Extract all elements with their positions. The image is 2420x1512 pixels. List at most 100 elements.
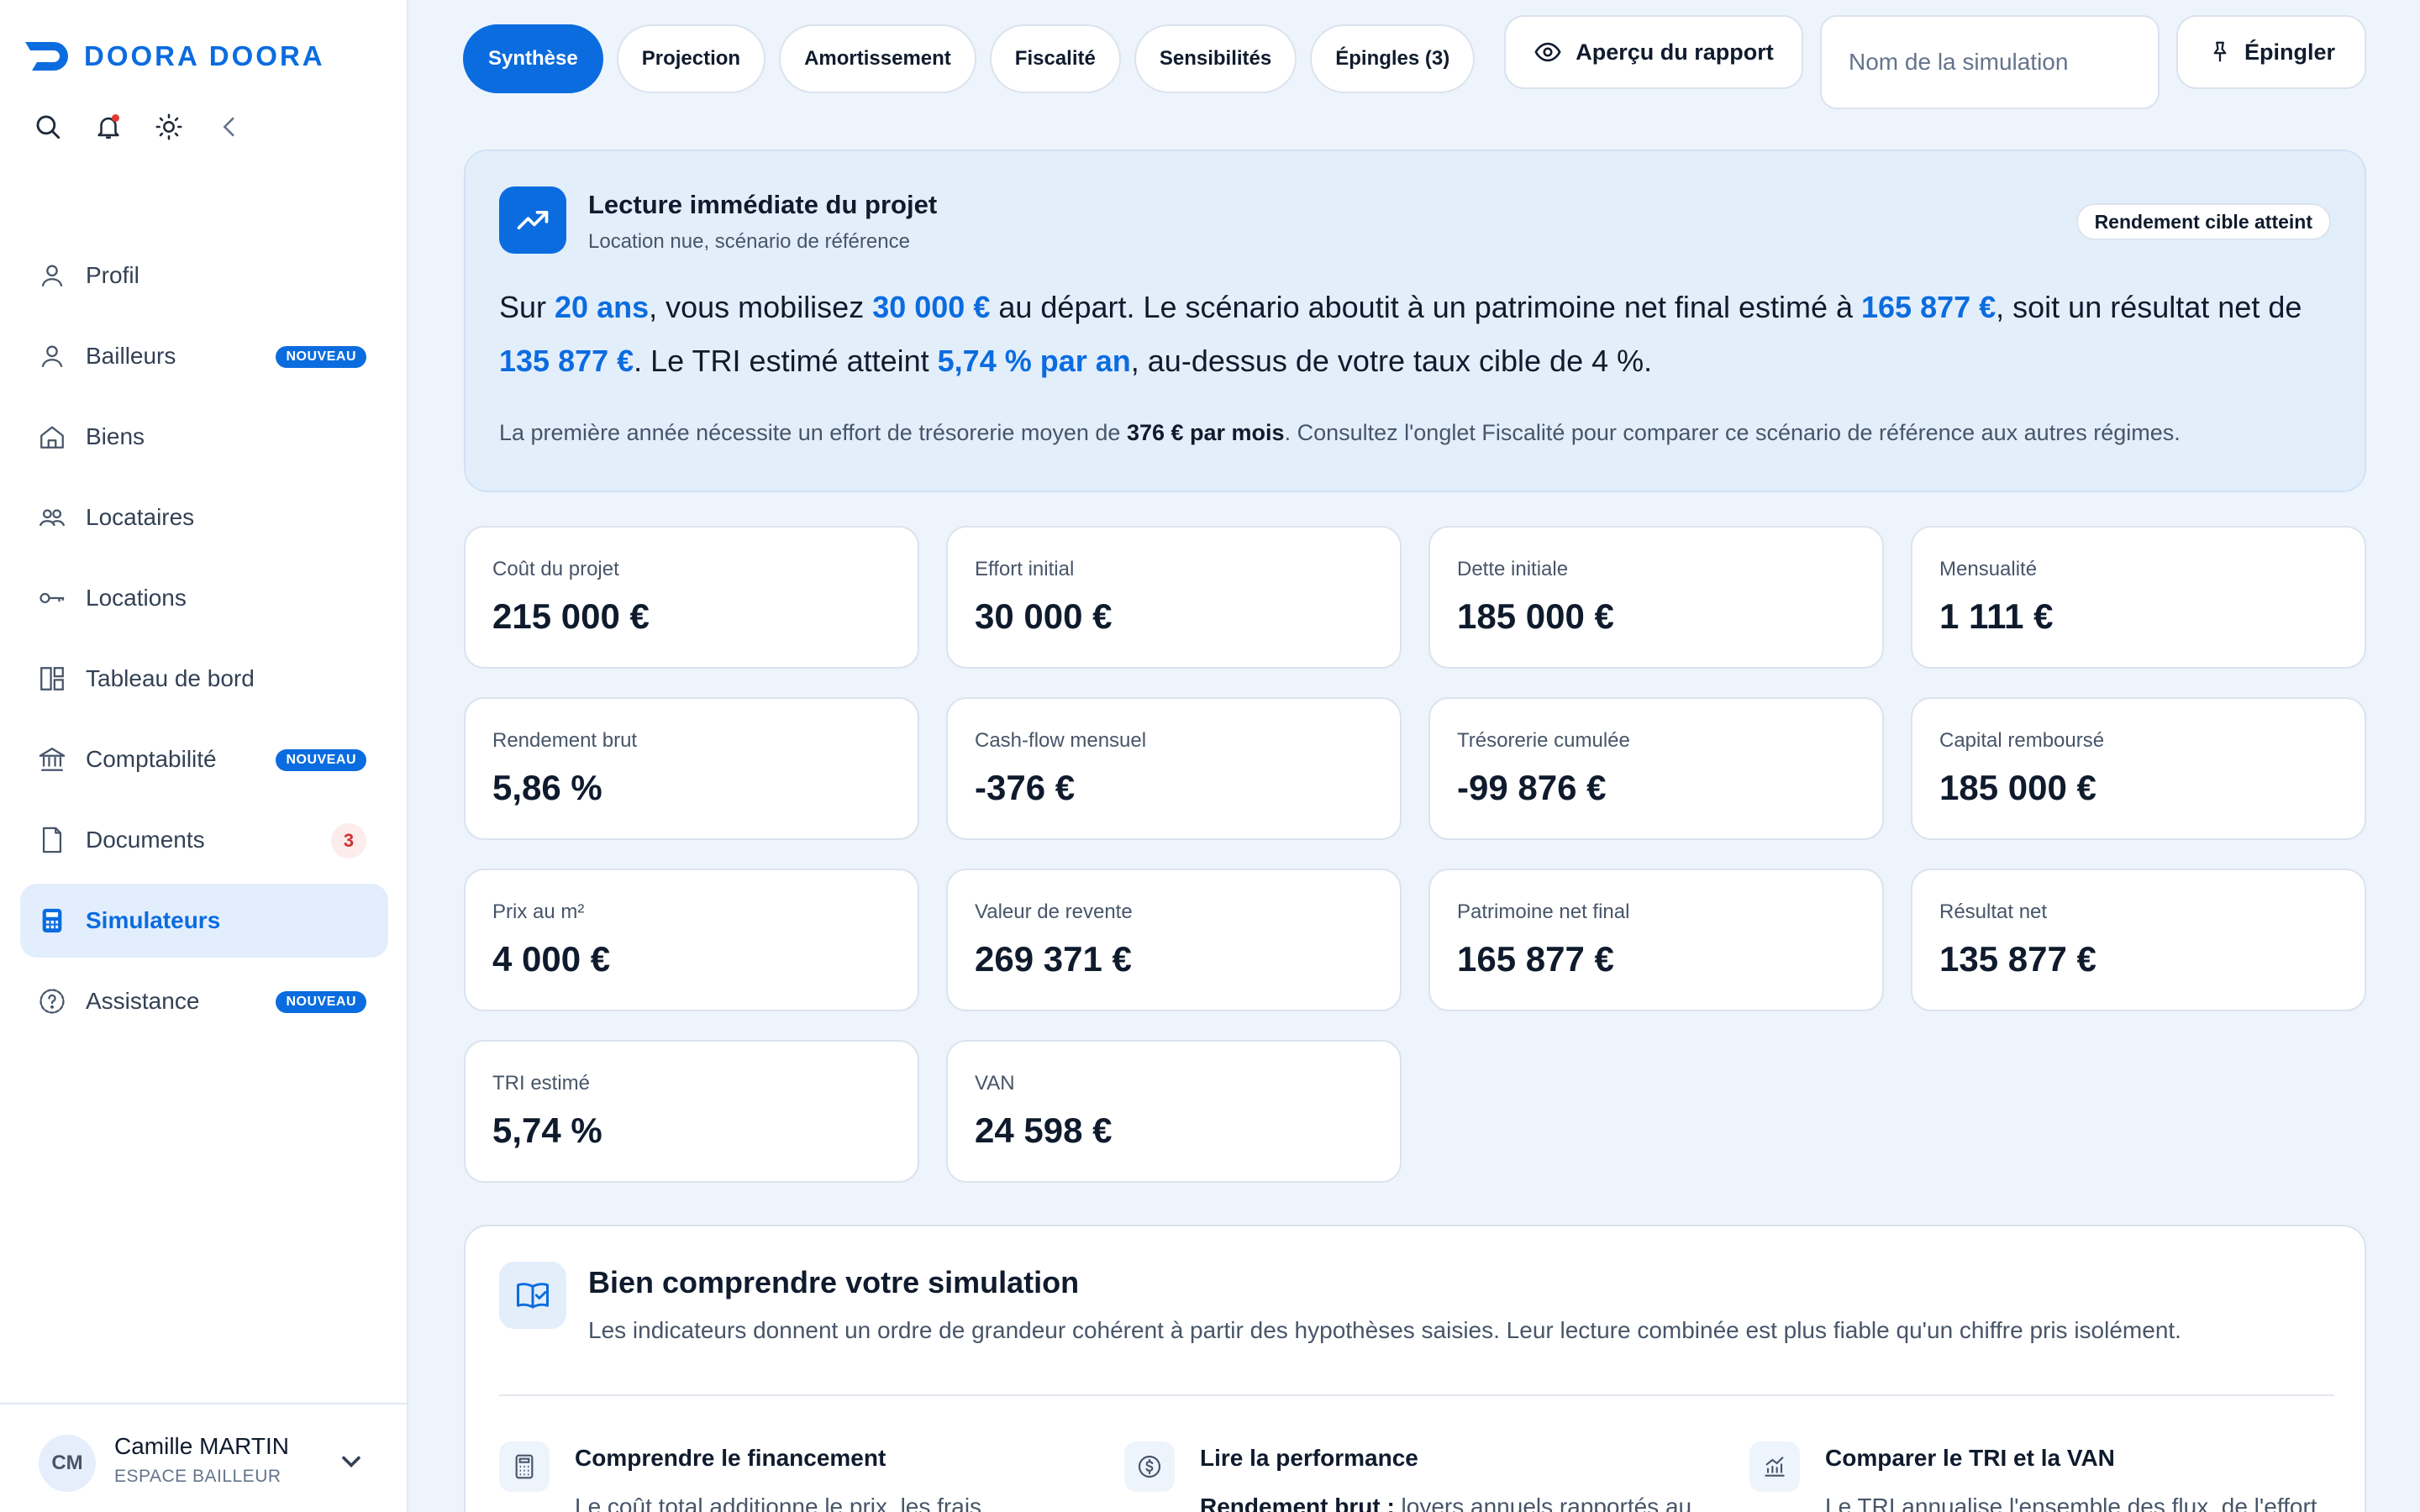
irr-highlight: 5,74 % par an [937,344,1131,378]
chevron-down-icon[interactable] [336,1446,366,1477]
net-result-highlight: 135 877 € [499,344,634,378]
calculator-icon [42,908,62,933]
tab-fiscalite[interactable]: Fiscalité [989,24,1121,93]
kpi-value: 4 000 € [492,939,611,979]
home-icon [40,426,64,449]
sidebar-item-comptabilite[interactable]: Comptabilité NOUVEAU [20,722,388,796]
initial-effort-highlight: 30 000 € [872,290,991,324]
kpi-label: Cash-flow mensuel [975,729,1147,752]
pin-icon [2213,41,2227,62]
users-icon [39,509,66,527]
understand-simulation-card: Bien comprendre votre simulation Les ind… [464,1225,2366,1512]
kpi-card-capital-rembourse: Capital remboursé 185 000 € [1911,697,2366,840]
divider [499,1394,2334,1396]
sidebar-item-tableau-de-bord[interactable]: Tableau de bord [20,642,388,716]
simulation-tabs: Synthèse Projection Amortissement Fiscal… [463,24,1476,93]
sidebar-item-assistance[interactable]: Assistance NOUVEAU [20,964,388,1038]
summary-subtitle: Location nue, scénario de référence [588,230,910,253]
monthly-effort-highlight: 376 € par mois [1126,420,1285,445]
kpi-value: 269 371 € [975,939,1132,979]
sidebar: DOORA DOORA Profil Bailleurs NOUVEAU Bie… [0,0,408,1512]
kpi-value: -376 € [975,768,1076,807]
kpi-card-tri: TRI estimé 5,74 % [464,1040,919,1183]
search-button[interactable] [34,113,62,141]
sidebar-item-label: Biens [86,423,145,449]
kpi-label: Prix au m² [492,900,585,923]
kpi-value: 5,86 % [492,768,602,807]
tab-synthese[interactable]: Synthèse [463,24,603,93]
kpi-card-tresorerie-cumulee: Trésorerie cumulée -99 876 € [1428,697,1884,840]
eye-icon [1534,42,1561,62]
document-icon [42,827,62,853]
kpi-label: Résultat net [1939,900,2048,923]
net-wealth-highlight: 165 877 € [1861,290,1996,324]
user-icon [41,265,63,287]
sidebar-item-biens[interactable]: Biens [20,400,388,474]
sidebar-item-label: Locataires [86,504,195,530]
sidebar-item-label: Bailleurs [86,343,176,369]
sidebar-item-simulateurs[interactable]: Simulateurs [20,884,388,958]
brand-logo[interactable]: DOORA DOORA [25,40,325,72]
key-icon [39,592,65,604]
trend-up-icon [499,186,566,254]
sidebar-item-documents[interactable]: Documents 3 [20,803,388,877]
user-icon [41,345,63,368]
logo-mark-icon [25,42,68,71]
sidebar-item-locations[interactable]: Locations [20,561,388,635]
tab-amortissement[interactable]: Amortissement [779,24,976,93]
collapse-sidebar-button[interactable] [215,113,244,141]
info-title: Lire la performance [1200,1445,1418,1471]
sidebar-item-label: Locations [86,585,187,611]
chevron-left-icon [223,117,234,137]
summary-note: La première année nécessite un effort de… [499,420,2181,445]
theme-toggle-button[interactable] [155,113,183,141]
kpi-value: 5,74 % [492,1110,602,1150]
report-preview-button[interactable]: Aperçu du rapport [1504,15,1803,89]
sidebar-item-label: Comptabilité [86,746,217,772]
bank-icon [39,748,66,771]
sidebar-item-bailleurs[interactable]: Bailleurs NOUVEAU [20,319,388,393]
kpi-value: 135 877 € [1939,939,2096,979]
understand-description: Les indicateurs donnent un ordre de gran… [588,1317,2181,1343]
kpi-value: 215 000 € [492,596,650,636]
tab-projection[interactable]: Projection [616,24,766,93]
sidebar-item-label: Documents [86,827,205,853]
info-text: Le coût total additionne le prix, les fr… [575,1494,982,1512]
new-badge: NOUVEAU [276,346,366,368]
tab-sensibilites[interactable]: Sensibilités [1134,24,1297,93]
dashboard-icon [40,667,64,690]
tab-epingles[interactable]: Épingles (3) [1310,24,1476,93]
book-check-icon [499,1262,566,1329]
kpi-card-mensualite: Mensualité 1 111 € [1911,526,2366,669]
sun-icon [155,113,182,140]
kpi-label: Mensualité [1939,558,2038,580]
notifications-button[interactable] [94,113,123,141]
kpi-card-valeur-revente: Valeur de revente 269 371 € [946,869,1402,1011]
sidebar-item-profil[interactable]: Profil [20,239,388,312]
new-badge: NOUVEAU [276,749,366,771]
user-role: ESPACE BAILLEUR [114,1467,281,1486]
kpi-card-cout-projet: Coût du projet 215 000 € [464,526,919,669]
kpi-card-rendement-brut: Rendement brut 5,86 % [464,697,919,840]
kpi-label: TRI estimé [492,1072,591,1095]
target-yield-badge: Rendement cible atteint [2075,203,2331,240]
kpi-card-van: VAN 24 598 € [946,1040,1402,1183]
brand-name: DOORA DOORA [84,40,325,71]
simulation-name-input[interactable] [1820,15,2160,109]
sidebar-nav: Profil Bailleurs NOUVEAU Biens Locataire… [20,239,388,1045]
kpi-card-dette-initiale: Dette initiale 185 000 € [1428,526,1884,669]
user-menu[interactable]: CM Camille MARTIN ESPACE BAILLEUR [0,1403,408,1512]
kpi-card-effort-initial: Effort initial 30 000 € [946,526,1402,669]
summary-title: Lecture immédiate du projet [588,190,938,219]
kpi-label: Effort initial [975,558,1075,580]
info-title: Comparer le TRI et la VAN [1825,1445,2115,1471]
kpi-value: 165 877 € [1457,939,1614,979]
kpi-card-resultat-net: Résultat net 135 877 € [1911,869,2366,1011]
kpi-label: Coût du projet [492,558,619,580]
sidebar-item-locataires[interactable]: Locataires [20,480,388,554]
pin-label: Épingler [2244,39,2335,65]
notification-dot [112,114,119,122]
kpi-value: 24 598 € [975,1110,1113,1150]
pin-button[interactable]: Épingler [2176,15,2366,89]
chart-icon [1765,1457,1785,1477]
